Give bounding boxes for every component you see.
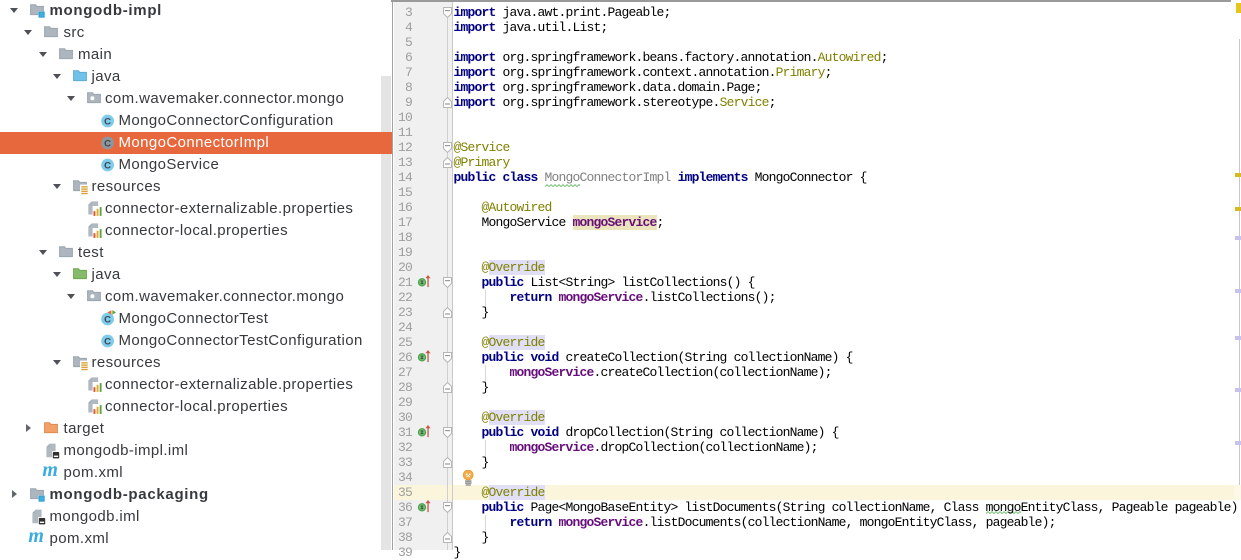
svg-text:C: C: [104, 336, 111, 347]
svg-text:m: m: [42, 459, 58, 481]
svg-text:m: m: [28, 525, 44, 547]
svg-text:C: C: [104, 138, 111, 149]
svg-text:C: C: [104, 116, 111, 127]
svg-text:C: C: [104, 160, 111, 171]
svg-text:C: C: [104, 314, 111, 325]
